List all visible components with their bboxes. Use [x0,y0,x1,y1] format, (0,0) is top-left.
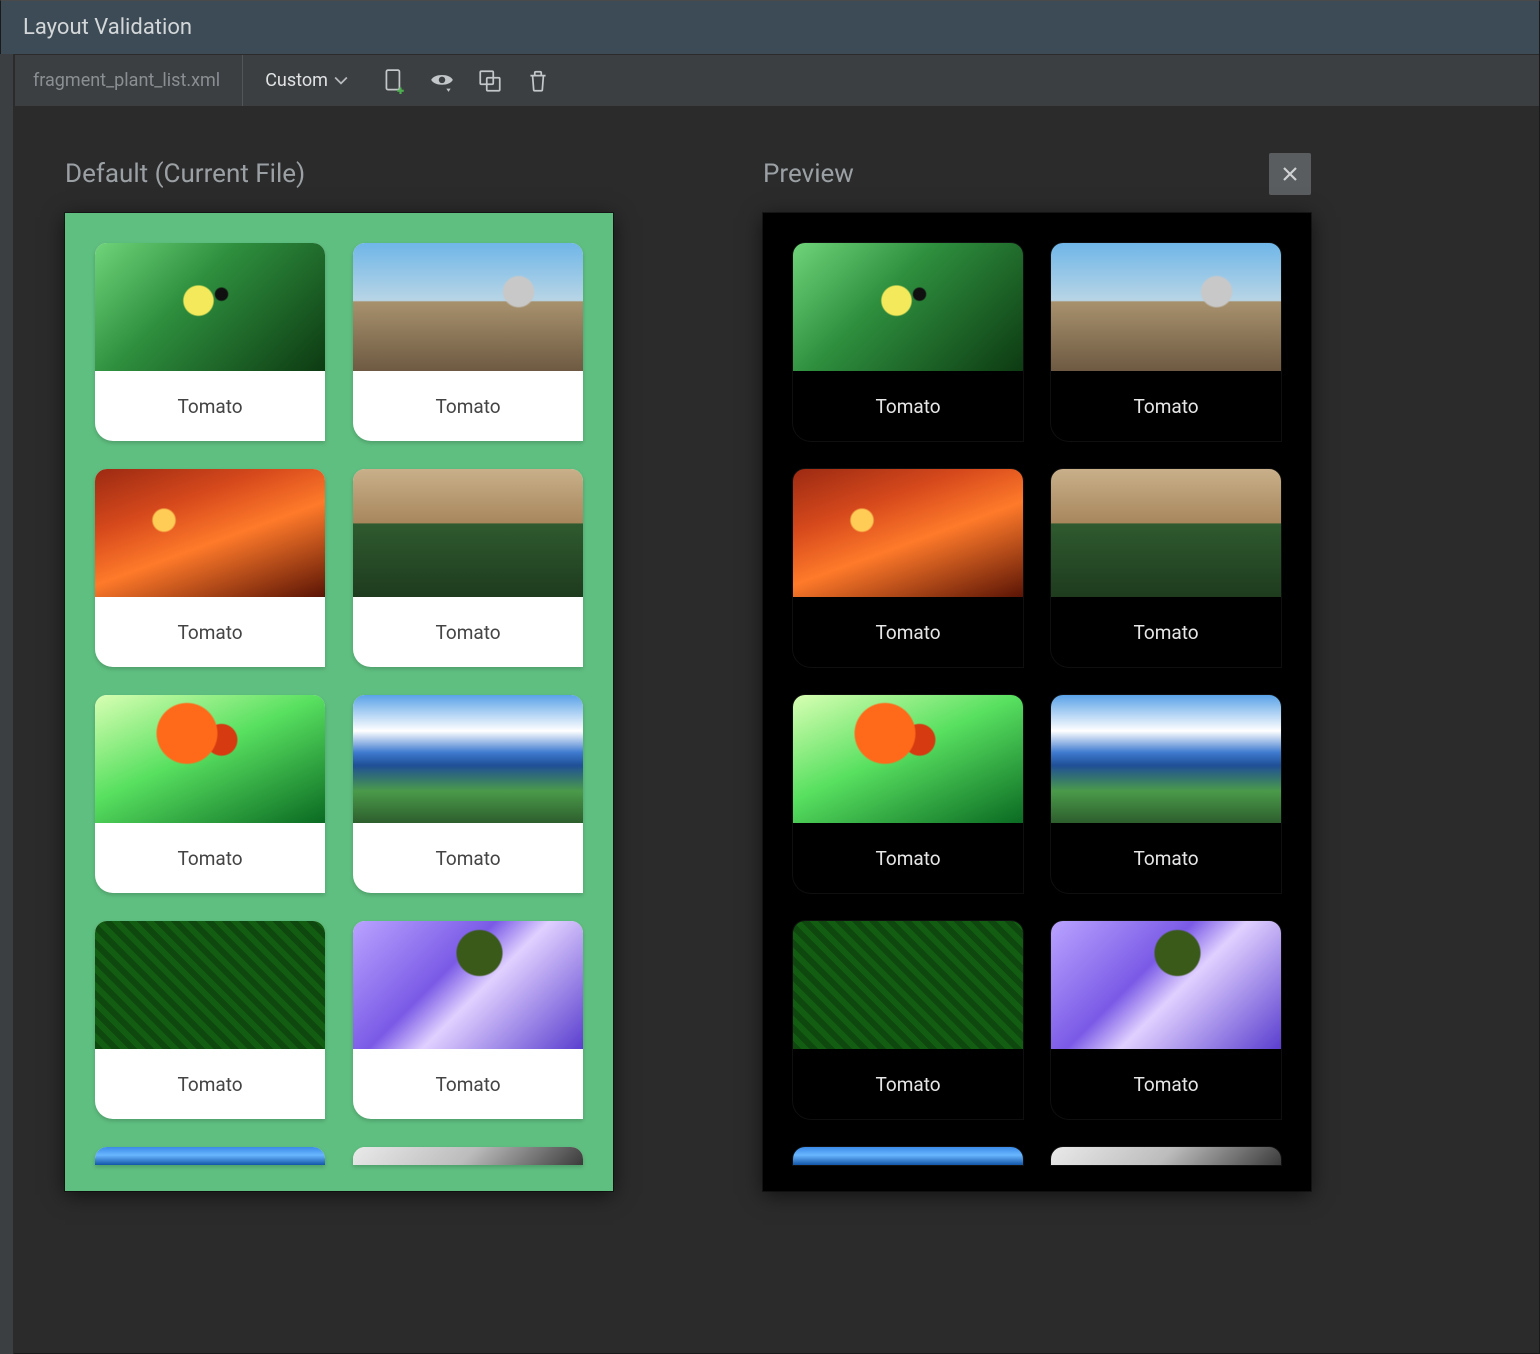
plant-thumbnail [353,695,583,823]
plant-card[interactable]: Tomato [1051,921,1281,1119]
plant-card[interactable]: Tomato [793,921,1023,1119]
add-device-button[interactable] [374,61,414,101]
preview-panel: Preview TomatoTomatoTomatoTomatoTomatoTo… [763,153,1311,1307]
default-panel-title: Default (Current File) [65,159,305,189]
plant-thumbnail [353,1147,583,1165]
phone-add-icon [381,68,407,94]
plant-card[interactable]: Tomato [793,469,1023,667]
plant-card[interactable]: Tomato [353,695,583,893]
stack-icon [477,68,503,94]
plant-card[interactable] [793,1147,1023,1165]
plant-card[interactable]: Tomato [95,469,325,667]
plant-thumbnail [793,1147,1023,1165]
plant-label: Tomato [353,823,583,893]
default-viewport[interactable]: Tomato Tomato Tomato Tomato Tomato Tomato Toma… [65,213,613,1191]
plant-thumbnail [95,921,325,1049]
plant-thumbnail [793,469,1023,597]
plant-label: Tomato [353,1049,583,1119]
plant-thumbnail [95,1147,325,1165]
plant-card[interactable]: Tomato [353,243,583,441]
plant-card[interactable]: Tomato [353,469,583,667]
plant-label: Tomato [1051,371,1281,441]
plant-thumbnail [793,921,1023,1049]
preview-panel-title: Preview [763,159,854,189]
plant-label: Tomato [793,371,1023,441]
plant-thumbnail [95,243,325,371]
plant-label: Tomato [793,597,1023,667]
plant-card[interactable]: Tomato [95,243,325,441]
copy-button[interactable] [470,61,510,101]
eye-icon [429,68,455,94]
device-config-label: Custom [265,70,328,91]
plant-card[interactable]: Tomato [793,243,1023,441]
panel-title: Layout Validation [23,15,192,40]
toolbar: fragment_plant_list.xml Custom [15,55,1539,107]
plant-thumbnail [1051,1147,1281,1165]
trash-icon [525,68,551,94]
plant-card[interactable] [1051,1147,1281,1165]
plant-thumbnail [1051,243,1281,371]
plant-label: Tomato [1051,597,1281,667]
plant-thumbnail [1051,921,1281,1049]
default-panel: Default (Current File) TomatoTomatoTomat… [65,153,613,1307]
close-preview-button[interactable] [1269,153,1311,195]
plant-label: Tomato [353,597,583,667]
visibility-button[interactable] [422,61,462,101]
ide-left-gutter [0,54,14,1354]
delete-button[interactable] [518,61,558,101]
plant-label: Tomato [95,823,325,893]
content-area: Default (Current File) TomatoTomatoTomat… [15,107,1539,1353]
plant-card[interactable]: Tomato [1051,243,1281,441]
plant-label: Tomato [1051,823,1281,893]
plant-label: Tomato [95,597,325,667]
plant-label: Tomato [793,823,1023,893]
plant-label: Tomato [1051,1049,1281,1119]
device-config-dropdown[interactable]: Custom [243,70,370,91]
preview-viewport[interactable]: Tomato Tomato Tomato Tomato Tomato Tomato Toma… [763,213,1311,1191]
plant-thumbnail [353,921,583,1049]
plant-card[interactable]: Tomato [95,695,325,893]
plant-card[interactable]: Tomato [1051,695,1281,893]
plant-thumbnail [95,469,325,597]
panel-title-bar: Layout Validation [1,1,1539,55]
plant-card[interactable]: Tomato [793,695,1023,893]
chevron-down-icon [334,74,348,88]
plant-thumbnail [793,695,1023,823]
plant-card[interactable]: Tomato [95,921,325,1119]
plant-thumbnail [353,243,583,371]
file-name: fragment_plant_list.xml [33,55,243,106]
plant-card[interactable] [95,1147,325,1165]
plant-label: Tomato [95,1049,325,1119]
plant-thumbnail [1051,695,1281,823]
close-icon [1280,164,1300,184]
plant-card[interactable] [353,1147,583,1165]
plant-card[interactable]: Tomato [1051,469,1281,667]
plant-label: Tomato [793,1049,1023,1119]
plant-label: Tomato [95,371,325,441]
plant-thumbnail [1051,469,1281,597]
plant-card[interactable]: Tomato [353,921,583,1119]
plant-label: Tomato [353,371,583,441]
plant-thumbnail [793,243,1023,371]
plant-thumbnail [353,469,583,597]
plant-thumbnail [95,695,325,823]
